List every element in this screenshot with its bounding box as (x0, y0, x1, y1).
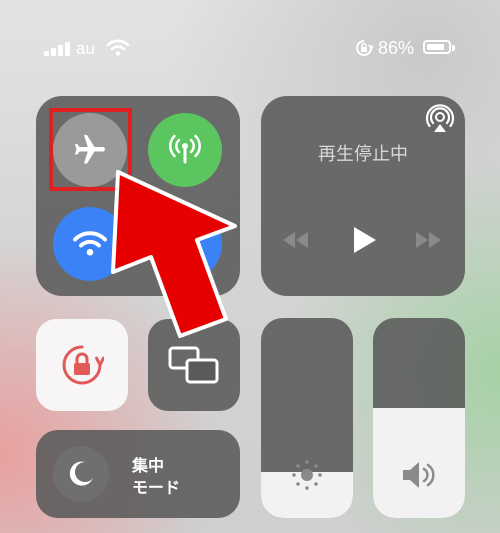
focus-icon-circle (53, 446, 109, 502)
wifi-icon (106, 39, 130, 56)
bluetooth-toggle[interactable] (148, 207, 222, 281)
focus-mode-button[interactable]: 集中 モード (36, 430, 240, 518)
speaker-icon-wrap (373, 458, 465, 492)
speaker-icon (403, 462, 435, 488)
screen-mirroring-button[interactable] (148, 319, 240, 411)
wifi-toggle[interactable] (53, 207, 127, 281)
brightness-slider[interactable] (261, 318, 353, 518)
airplay-icon[interactable] (425, 104, 455, 134)
airplane-highlight-box (49, 108, 132, 191)
next-track-icon[interactable] (415, 226, 443, 254)
bluetooth-icon (177, 230, 193, 258)
cellular-data-toggle[interactable] (148, 113, 222, 187)
volume-slider[interactable] (373, 318, 465, 518)
battery-icon (423, 40, 451, 54)
battery-cap (452, 45, 455, 51)
sun-icon (292, 460, 322, 490)
focus-label-line1: 集中 (132, 456, 165, 475)
media-player-panel[interactable]: 再生停止中 (261, 96, 465, 296)
orientation-lock-button[interactable] (36, 319, 128, 411)
now-playing-title: 再生停止中 (318, 144, 408, 165)
orientation-lock-icon (356, 40, 373, 56)
moon-icon (69, 461, 93, 486)
antenna-icon (169, 134, 201, 164)
status-bar: au 86% (0, 38, 500, 62)
previous-track-icon[interactable] (281, 226, 309, 254)
focus-label-line2: モード (132, 478, 181, 497)
carrier-name: au (76, 39, 95, 58)
sun-icon-wrap (261, 458, 353, 492)
orientation-lock-icon (62, 345, 104, 385)
battery-level (427, 44, 444, 50)
battery-percentage: 86% (378, 38, 415, 58)
screen-mirroring-icon (168, 346, 219, 384)
cellular-signal-icon (44, 42, 70, 56)
play-icon[interactable] (349, 224, 379, 256)
focus-label: 集中 モード (132, 455, 180, 499)
wifi-icon (73, 231, 107, 256)
